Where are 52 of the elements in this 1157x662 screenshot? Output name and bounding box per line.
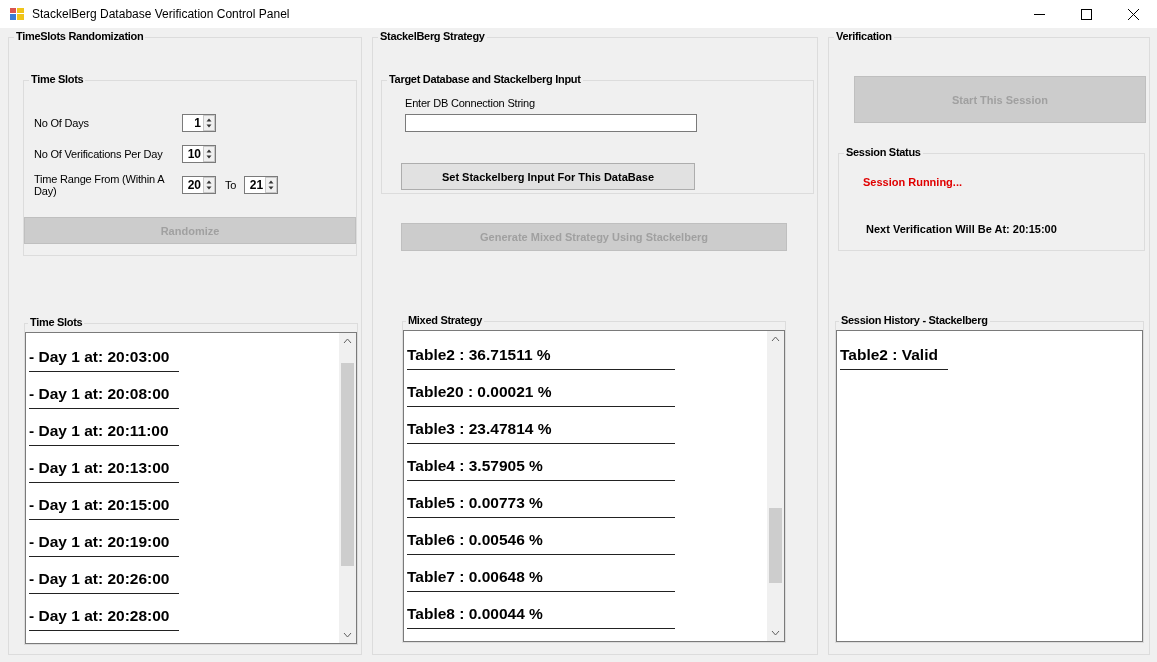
list-line: - Day 1 at: 20:28:00 (29, 606, 179, 631)
list-line: Table8 : 0.00044 % (407, 604, 675, 629)
spinner-arrows-icon[interactable] (203, 145, 215, 162)
app-icon (10, 8, 24, 20)
group-title: Session Status (844, 146, 923, 158)
field-label: Enter DB Connection String (405, 97, 536, 109)
list-line: - Day 1 at: 20:26:00 (29, 569, 179, 594)
scrollbar-thumb[interactable] (769, 508, 782, 584)
list-line: Table2 : 36.71511 % (407, 345, 675, 370)
number-spinner[interactable]: 1 (182, 113, 216, 132)
group-title: Target Database and Stackelberg Input (387, 73, 583, 85)
maximize-icon[interactable] (1081, 8, 1092, 20)
number-spinner[interactable]: 20 (182, 175, 216, 194)
list-line: - Day 1 at: 20:15:00 (29, 495, 179, 520)
set-input-button[interactable]: Set Stackelberg Input For This DataBase (401, 163, 695, 190)
close-icon[interactable] (1128, 8, 1139, 20)
field-label: No Of Days (34, 116, 90, 129)
list-line: Table5 : 0.00773 % (407, 493, 675, 518)
list-line: - Day 1 at: 20:03:00 (29, 347, 179, 372)
group-title: Time Slots (28, 316, 85, 328)
session-status: Session Running... (863, 176, 963, 188)
list-line: Table20 : 0.00021 % (407, 382, 675, 407)
group-title: Time Slots (29, 73, 86, 85)
list-line: - Day 1 at: 20:11:00 (29, 421, 179, 446)
spinner-arrows-icon[interactable] (203, 114, 215, 131)
list-line: - Day 1 at: 20:19:00 (29, 532, 179, 557)
list-line: - Day 1 at: 20:08:00 (29, 384, 179, 409)
list-line: Table3 : 23.47814 % (407, 419, 675, 444)
list-line: Table6 : 0.00546 % (407, 530, 675, 555)
group-title: TimeSlots Randomization (14, 30, 146, 42)
field-label: Time Range From (Within A Day) (34, 172, 166, 197)
next-verification-text: Next Verification Will Be At: 20:15:00 (866, 223, 1058, 235)
list-line: Table2 : Valid (840, 345, 948, 370)
window-title: StackelBerg Database Verification Control Panel (32, 7, 291, 21)
number-spinner[interactable]: 10 (182, 144, 216, 163)
group-title: Session History - Stackelberg (839, 314, 990, 326)
input-field[interactable] (405, 114, 697, 132)
field-label: No Of Verifications Per Day (34, 147, 164, 160)
scrollbar-thumb[interactable] (341, 362, 354, 566)
list-line: Table7 : 0.00648 % (407, 567, 675, 592)
group-title: Mixed Strategy (406, 314, 485, 326)
text-area[interactable]: Table2 : 36.71511 % Table20 : 0.00021 % Table3 : 23.47814 % Table4 : 3.57905 % Table5 : 0.00773 % Table6 : 0.00546 % Table7 : 0.00648 % Table8 : 0.00044 % (403, 330, 785, 642)
spinner-arrows-icon[interactable] (265, 176, 278, 193)
text-area[interactable]: Table2 : Valid (836, 330, 1143, 642)
number-spinner[interactable]: 21 (244, 175, 279, 194)
field-label: To (225, 178, 237, 191)
spinner-arrows-icon[interactable] (203, 176, 215, 193)
group-title: StackelBerg Strategy (378, 30, 487, 42)
list-line: - Day 1 at: 20:13:00 (29, 458, 179, 483)
list-line: Table4 : 3.57905 % (407, 456, 675, 481)
text-area[interactable]: - Day 1 at: 20:03:00 - Day 1 at: 20:08:00 - Day 1 at: 20:11:00 - Day 1 at: 20:13:00 - Day 1 at: 20:15:00 - Day 1 at: 20:19:00 - Day 1 at: 20:26:00 - Day 1 at: 20:28:00 (25, 332, 357, 644)
group-title: Verification (834, 30, 894, 42)
